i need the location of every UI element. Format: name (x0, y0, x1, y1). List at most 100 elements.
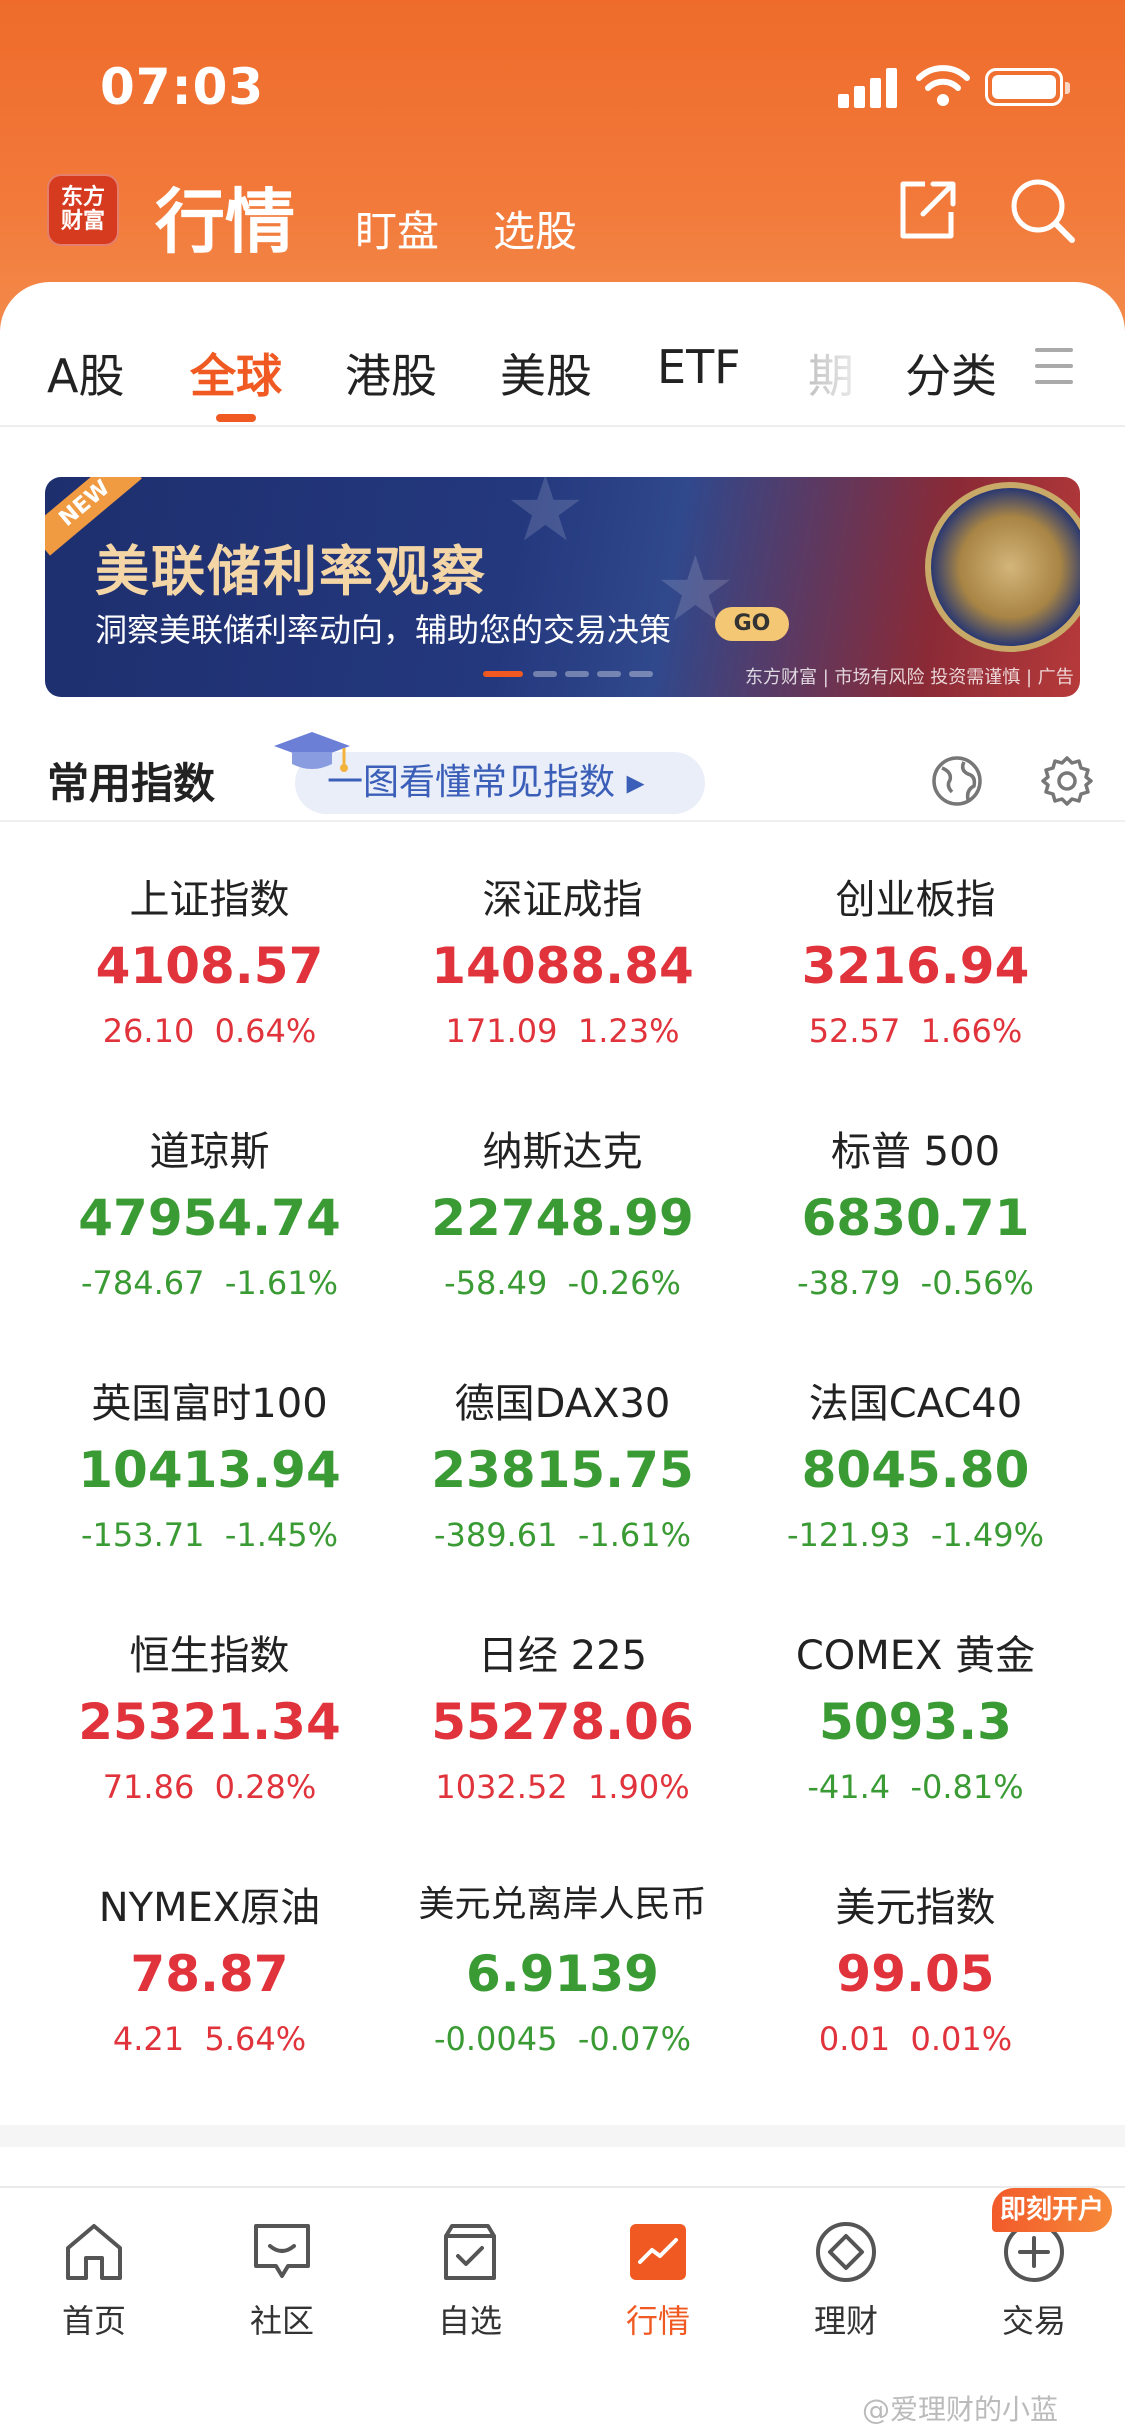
index-guide-link[interactable]: 一图看懂常见指数 ▸ (295, 752, 705, 814)
main-content: A股 全球 港股 美股 ETF 期 分类 ★ ★ NEW 美联储利率观察 洞察美… (0, 282, 1125, 2202)
nav-wealth-label: 理财 (813, 2302, 878, 2340)
index-card[interactable]: 英国富时100 10413.94 -153.71 -1.45% (22, 1331, 397, 1583)
chart-icon (630, 2224, 686, 2280)
section-title: 常用指数 (47, 759, 216, 808)
index-change: -38.79 -0.56% (797, 1264, 1034, 1302)
nav-wealth[interactable]: 理财 (752, 2208, 940, 2340)
index-change: -784.67 -1.61% (80, 1264, 339, 1302)
index-card[interactable]: 纳斯达克 22748.99 -58.49 -0.26% (375, 1079, 750, 1331)
banner-disclaimer: 东方财富 | 市场有风险 投资需谨慎 | 广告 (745, 667, 1074, 688)
index-value: 55278.06 (431, 1693, 694, 1751)
index-card[interactable]: COMEX 黄金 5093.3 -41.4 -0.81% (728, 1583, 1103, 1835)
index-name: 标普 500 (830, 1129, 1001, 1175)
header-background: 07:03 东方 财富 行情 盯盘 选股 (0, 0, 1125, 330)
nav-market-label: 行情 (625, 2302, 690, 2340)
index-card[interactable]: 道琼斯 47954.74 -784.67 -1.61% (22, 1079, 397, 1331)
nav-home-label: 首页 (61, 2302, 126, 2340)
index-card[interactable]: 美元兑离岸人民币 6.9139 -0.0045 -0.07% (375, 1835, 750, 2087)
index-card[interactable]: NYMEX原油 78.87 4.21 5.64% (22, 1835, 397, 2087)
page-title: 行情 (155, 181, 295, 263)
index-value: 47954.74 (78, 1189, 341, 1247)
index-card[interactable]: 上证指数 4108.57 26.10 0.64% (22, 827, 397, 1079)
tab-watch[interactable]: 盯盘 (355, 198, 439, 259)
index-change: -0.0045 -0.07% (433, 2020, 692, 2058)
cellular-signal-icon (838, 66, 898, 108)
index-name: NYMEX原油 (98, 1885, 321, 1931)
tab-us-stocks[interactable]: 美股 (500, 340, 592, 406)
index-name: 日经 225 (477, 1633, 648, 1679)
index-change: -41.4 -0.81% (807, 1768, 1024, 1806)
banner-go-button[interactable]: GO (715, 607, 789, 641)
index-card[interactable]: 深证成指 14088.84 171.09 1.23% (375, 827, 750, 1079)
tab-etf[interactable]: ETF (657, 340, 741, 394)
nav-community[interactable]: 社区 (188, 2208, 376, 2340)
index-card[interactable]: 美元指数 99.05 0.01 0.01% (728, 1835, 1103, 2087)
index-name: 上证指数 (129, 877, 290, 923)
nav-watchlist[interactable]: 自选 (376, 2208, 564, 2340)
index-value: 78.87 (130, 1945, 289, 2003)
fed-rate-banner[interactable]: ★ ★ NEW 美联储利率观察 洞察美联储利率动向，辅助您的交易决策 GO 东方… (45, 477, 1080, 697)
index-change: 171.09 1.23% (445, 1012, 680, 1050)
index-change: 71.86 0.28% (102, 1768, 317, 1806)
active-tab-indicator (216, 414, 256, 422)
star-decoration: ★ (505, 477, 586, 562)
index-change: 52.57 1.66% (808, 1012, 1023, 1050)
menu-icon[interactable] (1035, 348, 1073, 388)
index-value: 6.9139 (466, 1945, 659, 2003)
index-change: -121.93 -1.49% (786, 1516, 1045, 1554)
index-change: 4.21 5.64% (112, 2020, 307, 2058)
index-card[interactable]: 创业板指 3216.94 52.57 1.66% (728, 827, 1103, 1079)
tab-stock-picker[interactable]: 选股 (493, 198, 577, 259)
tab-category[interactable]: 分类 (905, 340, 997, 406)
nav-watchlist-label: 自选 (437, 2302, 502, 2340)
screen: 07:03 东方 财富 行情 盯盘 选股 A股 全球 港股 美股 ETF 分类 … (0, 0, 1125, 2436)
index-value: 14088.84 (431, 937, 694, 995)
index-change: 0.01 0.01% (818, 2020, 1013, 2058)
status-bar: 07:03 (0, 0, 1125, 150)
globe-icon[interactable] (930, 754, 984, 808)
share-icon[interactable] (895, 178, 959, 242)
tab-hk-stocks[interactable]: 港股 (345, 340, 437, 406)
banner-title: 美联储利率观察 (95, 540, 487, 603)
index-name: 纳斯达克 (482, 1129, 643, 1175)
nav-community-label: 社区 (249, 2302, 314, 2340)
checklist-icon (444, 2224, 496, 2280)
settings-gear-icon[interactable] (1040, 754, 1094, 808)
index-name: 德国DAX30 (454, 1381, 671, 1427)
nav-home[interactable]: 首页 (0, 2208, 188, 2340)
watermark: @爱理财的小蓝 (862, 2393, 1059, 2426)
index-change: 1032.52 1.90% (435, 1768, 690, 1806)
section-divider (0, 2125, 1125, 2147)
index-change: -389.61 -1.61% (433, 1516, 692, 1554)
open-account-badge[interactable]: 即刻开户 (992, 2188, 1112, 2232)
index-change: -58.49 -0.26% (444, 1264, 681, 1302)
app-bar: 东方 财富 行情 盯盘 选股 (0, 160, 1125, 270)
home-icon (66, 2224, 122, 2280)
search-icon[interactable] (1008, 176, 1076, 244)
fed-seal-image (925, 482, 1080, 652)
index-card[interactable]: 德国DAX30 23815.75 -389.61 -1.61% (375, 1331, 750, 1583)
index-name: 创业板指 (835, 877, 996, 923)
index-card[interactable]: 标普 500 6830.71 -38.79 -0.56% (728, 1079, 1103, 1331)
common-indices-header: 常用指数 一图看懂常见指数 ▸ (0, 722, 1125, 822)
banner-subtitle: 洞察美联储利率动向，辅助您的交易决策 (95, 611, 672, 649)
index-value: 25321.34 (78, 1693, 341, 1751)
nav-market[interactable]: 行情 (564, 2208, 752, 2340)
app-logo: 东方 财富 (47, 174, 119, 246)
tab-global[interactable]: 全球 (190, 340, 282, 406)
index-value: 10413.94 (78, 1441, 341, 1499)
index-card[interactable]: 恒生指数 25321.34 71.86 0.28% (22, 1583, 397, 1835)
logo-text-1: 东方 (60, 185, 105, 210)
index-name: 美元指数 (835, 1885, 996, 1931)
index-value: 22748.99 (431, 1189, 694, 1247)
status-time: 07:03 (100, 58, 265, 116)
index-change: -153.71 -1.45% (80, 1516, 339, 1554)
index-value: 99.05 (836, 1945, 995, 2003)
tab-a-shares[interactable]: A股 (47, 340, 124, 406)
index-card[interactable]: 法国CAC40 8045.80 -121.93 -1.49% (728, 1331, 1103, 1583)
index-name: 法国CAC40 (808, 1381, 1023, 1427)
banner-pagination (483, 671, 653, 679)
market-tabs: A股 全球 港股 美股 ETF 期 分类 (0, 282, 1125, 427)
index-name: 美元兑离岸人民币 (418, 1884, 707, 1925)
index-card[interactable]: 日经 225 55278.06 1032.52 1.90% (375, 1583, 750, 1835)
